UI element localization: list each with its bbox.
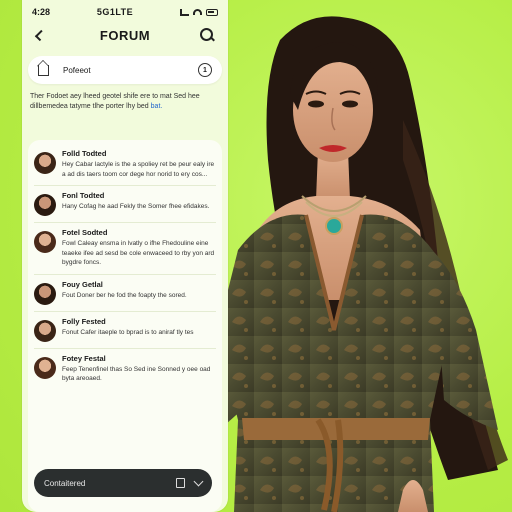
forum-screen: 4:28 5G1LTE FORUM Pofeeot 1 Ther Fodoet …	[22, 0, 228, 512]
post-bar[interactable]: Pofeeot 1	[28, 56, 222, 84]
home-icon[interactable]	[38, 64, 49, 76]
avatar	[34, 194, 56, 216]
chevron-down-icon[interactable]	[193, 476, 204, 486]
thread-body: Fouy Getlal Fout Doner ber he fod the fo…	[62, 280, 216, 305]
thread-list: Folld Todted Hey Cabar lactyle is the a …	[28, 140, 222, 512]
back-arrow-icon[interactable]	[34, 28, 44, 42]
thread-title: Folld Todted	[62, 149, 107, 158]
status-icons	[179, 8, 218, 16]
app-header: FORUM	[22, 22, 228, 48]
thread-body: Folld Todted Hey Cabar lactyle is the a …	[62, 149, 216, 179]
thread-title: Fouy Getlal	[62, 279, 103, 289]
info-icon[interactable]: 1	[198, 63, 212, 77]
bottom-action-bar[interactable]: Contaitered	[34, 469, 212, 497]
thread-item[interactable]: Fotel Sodted Fowl Caleay ensma in lvatly…	[34, 223, 216, 275]
intro-text-end: porter lhy bed	[105, 103, 149, 110]
status-bar: 4:28 5G1LTE	[32, 5, 218, 19]
thread-body: Fonl Todted Hany Cofag he aad Fekly the …	[62, 191, 216, 216]
avatar	[34, 282, 56, 305]
wifi-icon	[192, 9, 202, 15]
bottom-bar-label: Contaitered	[44, 478, 86, 488]
thread-title: Folly Fested	[62, 316, 106, 326]
intro-link[interactable]: bat.	[151, 103, 163, 110]
status-network: 5G1LTE	[96, 7, 134, 17]
thread-text: Hany Cofag he aad Fekly the Somer fhee e…	[62, 203, 210, 210]
thread-text: Hey Cabar lactyle is the a spoliey ret b…	[62, 161, 215, 178]
copy-icon[interactable]	[176, 478, 185, 488]
thread-body: Fotel Sodted Fowl Caleay ensma in lvatly…	[62, 228, 216, 268]
status-time: 4:28	[32, 7, 51, 17]
battery-icon	[205, 8, 218, 16]
thread-item[interactable]: Fouy Getlal Fout Doner ber he fod the fo…	[34, 275, 216, 312]
thread-title: Fotey Festal	[62, 353, 106, 363]
thread-item[interactable]: Folly Fested Fonut Cafer itaeple to bpra…	[34, 312, 216, 349]
search-icon[interactable]	[200, 28, 214, 42]
thread-item[interactable]: Folld Todted Hey Cabar lactyle is the a …	[34, 144, 216, 186]
avatar	[34, 319, 56, 342]
thread-title: Fonl Todted	[62, 191, 105, 200]
thread-title: Fotel Sodted	[62, 228, 108, 237]
thread-text: Fonut Cafer itaeple to bprad is to anira…	[62, 328, 194, 336]
avatar	[34, 231, 56, 253]
signal-icon	[179, 8, 189, 16]
avatar	[34, 356, 56, 379]
avatar	[34, 152, 56, 174]
thread-text: Fowl Caleay ensma in lvatly o ifhe Fhedo…	[62, 240, 215, 266]
thread-item[interactable]: Fotey Festal Feep Tenenfinel thas So Sed…	[34, 349, 216, 390]
forum-intro: Ther Fodoet aey lheed geotel shife ere t…	[30, 92, 220, 112]
page-title: FORUM	[99, 27, 151, 43]
thread-text: Feep Tenenfinel thas So Sed ine Sonned y…	[62, 365, 211, 383]
thread-item[interactable]: Fonl Todted Hany Cofag he aad Fekly the …	[34, 186, 216, 223]
post-bar-label: Pofeeot	[63, 65, 91, 75]
thread-body: Fotey Festal Feep Tenenfinel thas So Sed…	[62, 354, 216, 384]
thread-text: Fout Doner ber he fod the foapty the sor…	[62, 291, 187, 299]
portrait-image	[208, 16, 508, 512]
thread-body: Folly Fested Fonut Cafer itaeple to bpra…	[62, 317, 216, 342]
